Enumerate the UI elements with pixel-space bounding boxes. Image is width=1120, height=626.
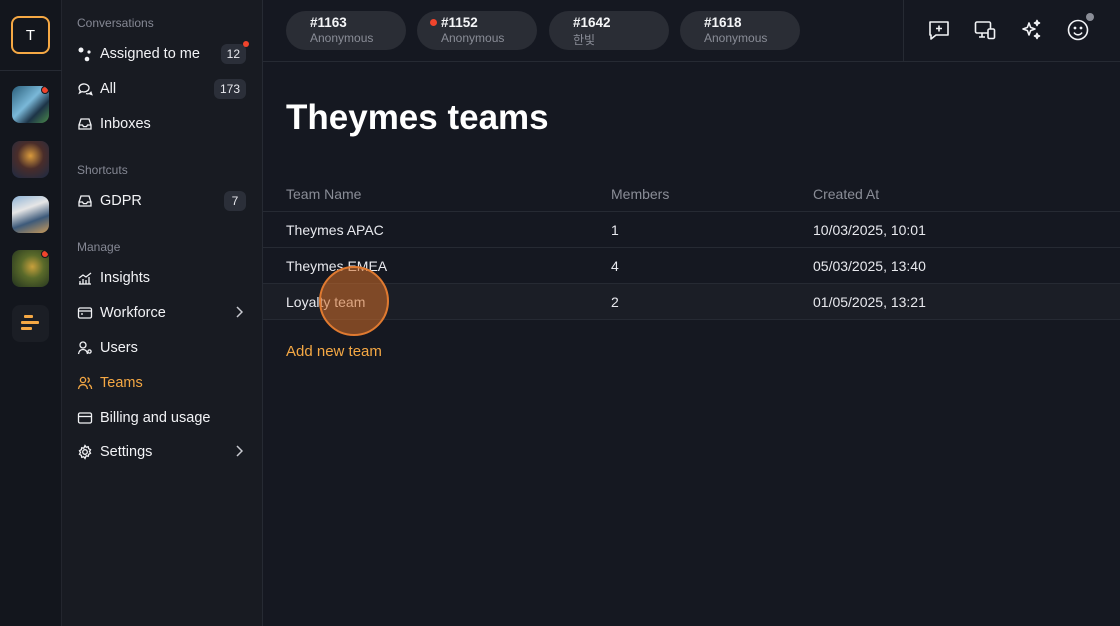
sidebar-item-teams[interactable]: Teams xyxy=(77,369,247,397)
sidebar-item-settings[interactable]: Settings xyxy=(77,438,247,466)
column-header-created-at: Created At xyxy=(813,186,880,202)
assigned-icon xyxy=(77,46,93,62)
card-icon xyxy=(77,410,93,426)
table-row[interactable]: Theymes EMEA 4 05/03/2025, 13:40 xyxy=(263,248,1120,284)
conversation-contact: Anonymous xyxy=(310,31,374,45)
conversation-number: #1152 xyxy=(441,15,478,30)
sidebar-item-label: Teams xyxy=(100,375,143,391)
inbox-icon xyxy=(77,116,93,132)
sidebar-item-billing[interactable]: Billing and usage xyxy=(77,404,247,432)
team-name-cell: Theymes EMEA xyxy=(286,258,388,274)
notification-dot xyxy=(41,86,49,94)
sparkles-icon[interactable] xyxy=(1019,18,1043,42)
chart-icon xyxy=(77,270,93,286)
workspace-initial: T xyxy=(25,26,36,44)
conversation-number: #1642 xyxy=(573,15,611,30)
sidebar-item-users[interactable]: Users xyxy=(77,334,247,362)
app-switcher-logo[interactable] xyxy=(12,305,49,342)
sidebar-item-label: Users xyxy=(100,340,138,356)
conversation-tabs-bar: #1163 Anonymous #1152 Anonymous #1642 한빛… xyxy=(263,0,1120,62)
unread-dot xyxy=(430,19,437,26)
created-at-cell: 10/03/2025, 10:01 xyxy=(813,222,926,238)
table-row[interactable]: Loyalty team 2 01/05/2025, 13:21 xyxy=(263,284,1120,320)
workspace-avatar[interactable]: T xyxy=(11,16,50,54)
section-title-manage: Manage xyxy=(77,240,121,254)
sidebar-item-label: GDPR xyxy=(100,193,142,209)
smiley-icon[interactable] xyxy=(1066,13,1094,42)
count-badge: 173 xyxy=(213,79,246,99)
count-badge: 7 xyxy=(224,191,246,211)
gear-icon xyxy=(77,444,93,460)
chevron-right-icon xyxy=(235,306,244,322)
user-icon xyxy=(77,340,93,356)
conversation-tab[interactable]: #1618 Anonymous xyxy=(680,11,800,50)
app-switcher-3[interactable] xyxy=(12,196,49,233)
column-header-team-name: Team Name xyxy=(286,186,362,202)
conversation-contact: Anonymous xyxy=(441,31,505,45)
chat-bubbles-icon xyxy=(77,81,93,97)
app-switcher-1[interactable] xyxy=(12,86,49,123)
app-switcher-2[interactable] xyxy=(12,141,49,178)
sidebar-item-insights[interactable]: Insights xyxy=(77,264,247,292)
app-switcher-4[interactable] xyxy=(12,250,49,287)
chevron-right-icon xyxy=(235,445,244,461)
column-header-members: Members xyxy=(611,186,670,202)
sidebar-item-label: Insights xyxy=(100,270,150,286)
created-at-cell: 05/03/2025, 13:40 xyxy=(813,258,926,274)
members-cell: 2 xyxy=(611,294,619,310)
conversation-tab[interactable]: #1642 한빛 xyxy=(549,11,669,50)
sidebar-item-assigned[interactable]: Assigned to me 12 xyxy=(77,40,249,68)
sidebar-item-label: Workforce xyxy=(100,305,166,321)
sidebar-item-label: Billing and usage xyxy=(100,410,211,426)
conversation-contact: 한빛 xyxy=(573,33,596,47)
new-message-icon[interactable] xyxy=(927,18,951,42)
team-name-cell: Theymes APAC xyxy=(286,222,384,238)
rail-divider xyxy=(0,70,62,71)
team-icon xyxy=(77,375,93,391)
sidebar-item-label: Assigned to me xyxy=(100,46,200,62)
topbar-divider xyxy=(903,0,904,62)
teams-table: Team Name Members Created At Theymes APA… xyxy=(263,176,1120,320)
conversation-contact: Anonymous xyxy=(704,31,768,45)
section-title-conversations: Conversations xyxy=(77,16,154,30)
sidebar-item-gdpr[interactable]: GDPR 7 xyxy=(77,187,247,215)
conversation-tab[interactable]: #1163 Anonymous xyxy=(286,11,406,50)
team-name-cell: Loyalty team xyxy=(286,294,366,310)
conversation-number: #1163 xyxy=(310,15,347,30)
sidebar-item-label: Inboxes xyxy=(100,116,151,132)
section-title-shortcuts: Shortcuts xyxy=(77,163,128,177)
members-cell: 1 xyxy=(611,222,619,238)
inbox-icon xyxy=(77,193,93,209)
sidebar-item-workforce[interactable]: Workforce xyxy=(77,299,247,327)
page-title: Theymes teams xyxy=(286,98,549,137)
add-new-team-link[interactable]: Add new team xyxy=(286,343,382,360)
sidebar-item-all[interactable]: All 173 xyxy=(77,75,247,103)
sidebar-item-label: All xyxy=(100,81,117,97)
count-badge: 12 xyxy=(220,41,249,64)
conversation-tab[interactable]: #1152 Anonymous xyxy=(417,11,537,50)
conversation-number: #1618 xyxy=(704,15,742,30)
table-header: Team Name Members Created At xyxy=(263,176,1120,212)
sidebar-item-label: Settings xyxy=(100,444,153,460)
window-icon xyxy=(77,305,93,321)
app-rail: T xyxy=(0,0,62,626)
sidebar-item-inboxes[interactable]: Inboxes xyxy=(77,110,247,138)
members-cell: 4 xyxy=(611,258,619,274)
notification-dot xyxy=(41,250,49,258)
notification-dot xyxy=(243,41,249,47)
status-dot xyxy=(1086,13,1094,21)
created-at-cell: 01/05/2025, 13:21 xyxy=(813,294,926,310)
table-row[interactable]: Theymes APAC 1 10/03/2025, 10:01 xyxy=(263,212,1120,248)
devices-icon[interactable] xyxy=(973,18,997,42)
sidebar: Conversations Assigned to me 12 All 173 … xyxy=(62,0,263,626)
